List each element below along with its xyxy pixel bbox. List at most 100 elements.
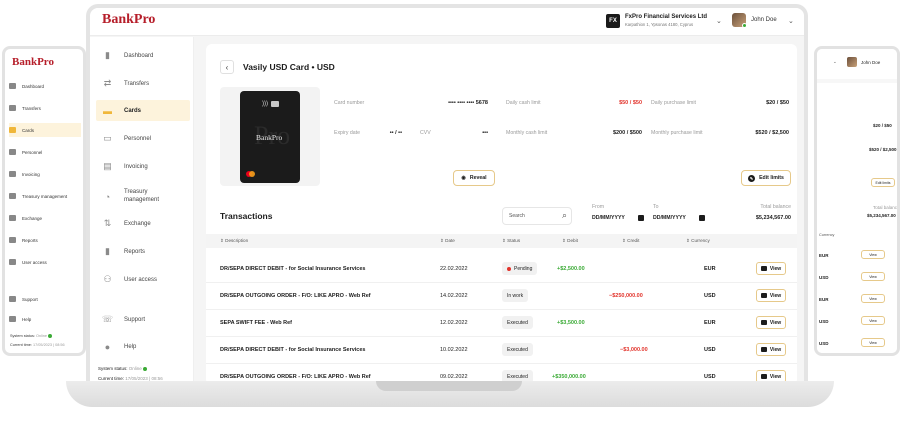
bar-chart-icon: ▮ <box>105 50 110 60</box>
left-nav-transfers[interactable]: Transfers <box>9 101 81 115</box>
right-view-button[interactable]: View <box>861 316 885 325</box>
view-button[interactable]: View <box>756 316 786 329</box>
sidebar-item-reports[interactable]: ▮ Reports <box>96 241 190 262</box>
right-currency-2: EUR <box>819 297 829 302</box>
laptop-screen: BankPro FX FxPro Financial Services Ltd … <box>86 4 808 381</box>
id-card-icon: ▭ <box>103 133 112 143</box>
right-view-button[interactable]: View <box>861 272 885 281</box>
daily-cash-value: $50 / $50 <box>619 100 642 106</box>
left-nav-invoicing[interactable]: Invoicing <box>9 167 81 181</box>
calendar-icon[interactable] <box>699 215 705 221</box>
right-view-button[interactable]: View <box>861 294 885 303</box>
list-icon <box>760 266 767 271</box>
left-nav-dashboard[interactable]: Dashboard <box>9 79 81 93</box>
status-badge: Executed <box>502 370 533 381</box>
column-date[interactable]: ⇕ Date <box>440 238 455 244</box>
cvv-label: CVV <box>420 130 431 136</box>
sidebar-item-user-access[interactable]: ⚇ User access <box>96 269 190 290</box>
chip-icon <box>271 101 279 107</box>
sidebar-item-personnel[interactable]: ▭ Personnel <box>96 128 190 149</box>
page-title: Vasily USD Card • USD <box>243 62 335 72</box>
right-currency-header: Currency <box>819 233 835 237</box>
total-balance-value: $5,234,567.00 <box>755 215 791 221</box>
sidebar-item-transfers[interactable]: ⇄ Transfers <box>96 73 190 94</box>
column-debit[interactable]: ⇕ Debit <box>562 238 578 244</box>
id-card-icon <box>9 149 16 155</box>
back-button[interactable]: ‹ <box>220 60 234 74</box>
user-name[interactable]: John Doe <box>751 17 777 23</box>
left-nav-reports[interactable]: Reports <box>9 233 81 247</box>
calendar-icon[interactable] <box>638 215 644 221</box>
right-view-button[interactable]: View <box>861 250 885 259</box>
help-icon: ● <box>104 341 111 352</box>
card-image: ))) Pro BankPro <box>240 91 300 183</box>
to-date-input[interactable]: DD/MM/YYYY <box>653 215 686 221</box>
transfer-icon <box>9 105 16 111</box>
sidebar-item-dashboard[interactable]: ▮ Dashboard <box>96 45 190 66</box>
from-date-input[interactable]: DD/MM/YYYY <box>592 215 625 221</box>
column-currency[interactable]: ⇕ Currency <box>686 238 710 244</box>
edit-limits-button[interactable]: ✎ Edit limits <box>741 170 791 186</box>
brand-logo[interactable]: BankPro <box>102 12 155 28</box>
right-view-button[interactable]: View <box>861 338 885 347</box>
right-user-name[interactable]: John Doe <box>861 60 880 65</box>
monthly-cash-label: Monthly cash limit <box>506 130 548 136</box>
list-icon <box>760 293 767 298</box>
users-icon <box>9 259 16 265</box>
column-status[interactable]: ⇕ Status <box>502 238 520 244</box>
table-row[interactable]: DR/SEPA OUTGOING ORDER - F/O: LIKE APRO … <box>206 364 797 381</box>
left-nav-user-access[interactable]: User access <box>9 255 81 269</box>
sidebar-item-exchange[interactable]: ⇅ Exchange <box>96 213 190 234</box>
column-credit[interactable]: ⇕ Credit <box>622 238 639 244</box>
left-nav-exchange[interactable]: Exchange <box>9 211 81 225</box>
search-input[interactable]: Search ⌕ <box>502 207 572 225</box>
current-time: Current time: 17/05/2023 | 08:56 <box>98 376 163 381</box>
right-daily-purchase: $20 / $50 <box>873 123 892 128</box>
view-button[interactable]: View <box>756 343 786 356</box>
left-nav-help[interactable]: Help <box>9 312 81 326</box>
table-row[interactable]: DR/SEPA DIRECT DEBIT - for Social Insura… <box>206 256 797 283</box>
left-system-status: System status: Online <box>10 334 53 338</box>
table-row[interactable]: DR/SEPA OUTGOING ORDER - F/O: LIKE APRO … <box>206 283 797 310</box>
list-icon <box>760 347 767 352</box>
reveal-button[interactable]: ◉ Reveal <box>453 170 495 186</box>
column-description[interactable]: ⇕ Description <box>220 238 248 244</box>
right-edit-limits-button[interactable]: Edit limits <box>871 178 895 187</box>
support-icon: ☏ <box>101 314 114 324</box>
table-row[interactable]: DR/SEPA DIRECT DEBIT - for Social Insura… <box>206 337 797 364</box>
right-topbar: John Doe ⌄ <box>817 49 897 79</box>
right-total-balance-value: $5,234,567.00 <box>867 213 896 218</box>
invoice-icon <box>9 171 16 177</box>
expiry-label: Expiry date <box>334 130 360 136</box>
sidebar-item-treasury[interactable]: ◔ Treasury management <box>96 184 190 210</box>
company-name[interactable]: FxPro Financial Services Ltd <box>625 14 707 20</box>
sidebar-item-cards[interactable]: ▬ Cards <box>96 100 190 121</box>
exchange-icon: ⇅ <box>103 218 112 228</box>
view-button[interactable]: View <box>756 289 786 302</box>
user-chevron-down-icon[interactable]: ⌄ <box>788 17 794 25</box>
company-chevron-down-icon[interactable]: ⌄ <box>716 17 722 25</box>
card-preview: ))) Pro BankPro <box>220 87 320 186</box>
table-row[interactable]: SEPA SWIFT FEE - Web Ref 12.02.2022 Exec… <box>206 310 797 337</box>
left-nav-cards[interactable]: Cards <box>9 123 81 137</box>
sidebar-item-help[interactable]: ● Help <box>96 336 190 357</box>
status-badge: In work <box>502 289 529 302</box>
left-current-time: Current time: 17/05/2023 | 08:56 <box>10 343 65 347</box>
sidebar-item-support[interactable]: ☏ Support <box>96 309 190 330</box>
transactions-title: Transactions <box>220 211 273 221</box>
right-avatar[interactable] <box>847 57 857 67</box>
monthly-purchase-value: $520 / $2,500 <box>755 130 789 136</box>
list-icon <box>760 374 767 379</box>
pending-dot-icon <box>507 266 511 271</box>
view-button[interactable]: View <box>756 370 786 381</box>
search-icon[interactable]: ⌕ <box>562 210 567 221</box>
laptop-notch <box>376 381 522 391</box>
left-nav-personnel[interactable]: Personnel <box>9 145 81 159</box>
status-badge: Pending <box>502 262 538 275</box>
right-chevron-icon[interactable]: ⌄ <box>833 59 837 65</box>
view-button[interactable]: View <box>756 262 786 275</box>
left-nav-support[interactable]: Support <box>9 292 81 306</box>
sidebar-item-invoicing[interactable]: ▤ Invoicing <box>96 156 190 177</box>
status-online-icon <box>143 366 148 371</box>
left-nav-treasury[interactable]: Treasury management <box>9 189 81 203</box>
